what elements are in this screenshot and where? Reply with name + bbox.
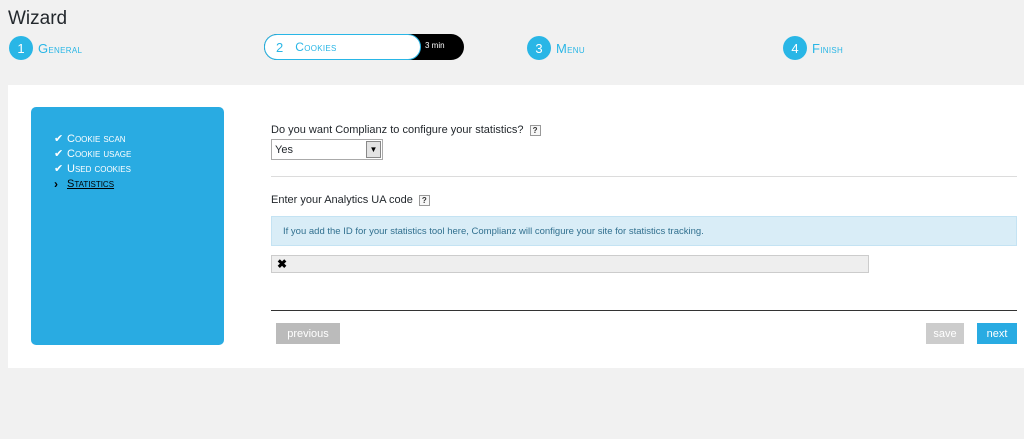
- sidebar-item-label: Used cookies: [67, 163, 131, 175]
- save-button[interactable]: save: [926, 323, 964, 344]
- ua-code-label: Enter your Analytics UA code: [271, 194, 413, 206]
- sidebar-item-label: Cookie scan: [67, 133, 126, 145]
- checkmark-icon: ✔: [54, 133, 64, 145]
- step-number: 2: [276, 39, 284, 55]
- statistics-select-value: Yes: [275, 143, 293, 156]
- step-number: 1: [9, 36, 33, 60]
- sidebar-item-label: Statistics: [67, 178, 115, 190]
- statistics-select[interactable]: Yes ▼: [271, 139, 383, 160]
- checkmark-icon: ✔: [54, 148, 64, 160]
- ua-code-question: Enter your Analytics UA code ?: [271, 194, 430, 206]
- previous-button[interactable]: previous: [276, 323, 340, 344]
- statistics-question-label: Do you want Complianz to configure your …: [271, 124, 524, 136]
- sidebar-item-cookie-usage[interactable]: ✔ Cookie usage: [54, 147, 224, 162]
- step-cookies-pill: 2 Cookies: [264, 34, 421, 60]
- sidebar-item-cookie-scan[interactable]: ✔ Cookie scan: [54, 132, 224, 147]
- step-menu[interactable]: 3 Menu: [527, 35, 585, 61]
- step-label: Cookies: [295, 40, 337, 54]
- divider: [271, 310, 1017, 311]
- wizard-panel: ✔ Cookie scan ✔ Cookie usage ✔ Used cook…: [8, 85, 1024, 368]
- next-button[interactable]: next: [977, 323, 1017, 344]
- checkmark-icon: ✔: [54, 163, 64, 175]
- step-time-estimate: 3 min: [425, 41, 445, 50]
- statistics-question: Do you want Complianz to configure your …: [271, 124, 541, 136]
- chevron-right-icon: ›: [54, 177, 58, 191]
- info-notice: If you add the ID for your statistics to…: [271, 216, 1017, 246]
- dropdown-arrow-icon[interactable]: ▼: [366, 141, 381, 158]
- step-number: 4: [783, 36, 807, 60]
- step-number: 3: [527, 36, 551, 60]
- page-title: Wizard: [8, 8, 68, 29]
- divider: [271, 176, 1017, 177]
- step-general[interactable]: 1 General: [9, 35, 82, 61]
- step-label: Menu: [556, 40, 585, 56]
- ua-code-value: ✖: [277, 257, 288, 271]
- ua-code-input[interactable]: ✖: [271, 255, 869, 273]
- step-cookies[interactable]: 2 Cookies 3 min: [264, 34, 464, 60]
- step-label: Finish: [812, 40, 844, 56]
- sidebar-item-label: Cookie usage: [67, 148, 132, 160]
- help-icon[interactable]: ?: [418, 194, 430, 206]
- sidebar: ✔ Cookie scan ✔ Cookie usage ✔ Used cook…: [31, 107, 224, 345]
- sidebar-item-used-cookies[interactable]: ✔ Used cookies: [54, 162, 224, 177]
- step-label: General: [38, 40, 83, 56]
- sidebar-item-statistics[interactable]: › Statistics: [54, 177, 224, 192]
- help-icon[interactable]: ?: [529, 124, 541, 136]
- step-finish[interactable]: 4 Finish: [783, 35, 843, 61]
